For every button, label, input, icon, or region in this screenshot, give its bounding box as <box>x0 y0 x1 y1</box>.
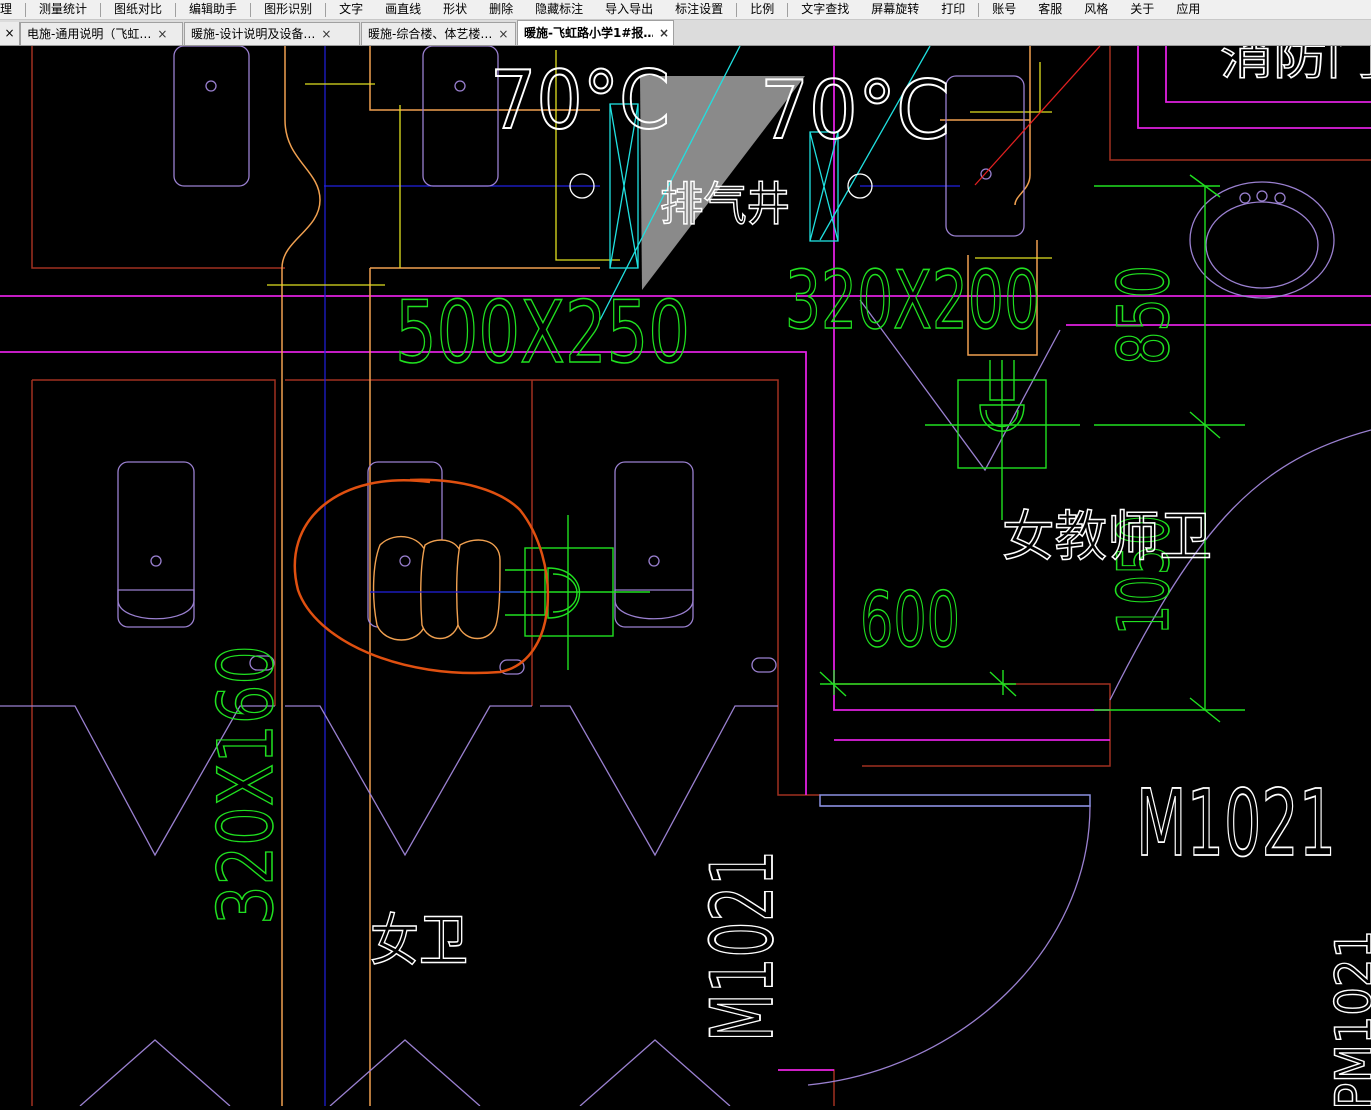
door-frame <box>819 794 1091 807</box>
shaft-label: 排气井 <box>660 177 790 231</box>
menu-item-10[interactable]: 导入导出 <box>594 0 664 20</box>
edge-door-label: PM1021 <box>1325 930 1371 1106</box>
menu-item-14[interactable]: 屏幕旋转 <box>860 0 930 20</box>
menu-separator <box>250 2 252 17</box>
door-label-right: M1021 <box>1136 770 1336 877</box>
menu-item-5[interactable]: 文字 <box>328 0 374 20</box>
menu-item-12[interactable]: 比例 <box>739 0 785 20</box>
dimension-850: 850 <box>1103 265 1185 365</box>
menu-item-13[interactable]: 文字查找 <box>790 0 860 20</box>
menu-separator <box>787 2 789 17</box>
menu-separator <box>736 2 738 17</box>
duct-size-right: 320X200 <box>785 254 1040 347</box>
menu-item-3[interactable]: 编辑助手 <box>178 0 248 20</box>
menu-item-4[interactable]: 图形识别 <box>253 0 323 20</box>
tab-label: 暖施-飞虹路小学1#报… <box>524 26 653 40</box>
menu-separator <box>100 2 102 17</box>
menu-bar: 理测量统计 图纸对比 编辑助手 图形识别 文字 画直线 形状 删除 隐藏标注 导入导出 标注设置 比例… <box>0 0 1371 20</box>
menu-item-15[interactable]: 打印 <box>930 0 976 20</box>
menu-item-18[interactable]: 风格 <box>1073 0 1119 20</box>
room-label-female: 女卫 <box>370 909 468 974</box>
cad-drawing-canvas[interactable]: 70°C 70°C 排气井 500X250 320X200 850 1050 6… <box>0 30 1371 1110</box>
document-tab-2[interactable]: 暖施-综合楼、体艺楼… × <box>361 22 516 45</box>
close-icon[interactable]: × <box>321 23 331 45</box>
close-icon[interactable]: × <box>659 22 669 44</box>
menu-item-16[interactable]: 账号 <box>981 0 1027 20</box>
menu-item-2[interactable]: 图纸对比 <box>103 0 173 20</box>
menu-separator <box>175 2 177 17</box>
top-right-label: 消防门 <box>1220 46 1371 85</box>
menu-item-0[interactable]: 理 <box>0 0 23 20</box>
close-icon[interactable]: × <box>0 22 20 45</box>
menu-item-8[interactable]: 删除 <box>478 0 524 20</box>
annotation-markup <box>293 478 550 675</box>
tab-label: 电施-通用说明（飞虹… <box>27 27 152 41</box>
room-label-female-teacher: 女教师卫 <box>1002 505 1212 568</box>
duct-size-vertical: 320X160 <box>201 645 290 925</box>
door-label-vertical: M1021 <box>693 850 793 1042</box>
menu-item-17[interactable]: 客服 <box>1027 0 1073 20</box>
menu-item-9[interactable]: 隐藏标注 <box>524 0 594 20</box>
tab-label: 暖施-设计说明及设备… <box>191 27 316 41</box>
menu-item-6[interactable]: 画直线 <box>374 0 432 20</box>
document-tab-3[interactable]: 暖施-飞虹路小学1#报… × <box>517 20 674 45</box>
document-tab-1[interactable]: 暖施-设计说明及设备… × <box>184 22 360 45</box>
menu-item-19[interactable]: 关于 <box>1119 0 1165 20</box>
menu-item-20[interactable]: 应用 <box>1165 0 1211 20</box>
menu-item-1[interactable]: 测量统计 <box>28 0 98 20</box>
close-icon[interactable]: × <box>157 23 167 45</box>
menu-separator <box>25 2 27 17</box>
close-icon[interactable]: × <box>498 23 508 45</box>
menu-separator <box>978 2 980 17</box>
document-tab-bar: × 电施-通用说明（飞虹… × 暖施-设计说明及设备… × 暖施-综合楼、体艺楼… × 暖施… <box>0 20 1371 46</box>
tab-label: 暖施-综合楼、体艺楼… <box>368 27 493 41</box>
menu-item-7[interactable]: 形状 <box>432 0 478 20</box>
temperature-label-right: 70°C <box>760 64 950 157</box>
cad-drawing: 70°C 70°C 排气井 500X250 320X200 850 1050 6… <box>0 30 1371 1110</box>
document-tab-0[interactable]: 电施-通用说明（飞虹… × <box>20 22 183 45</box>
duct-size-main: 500X250 <box>395 283 690 383</box>
dimension-600: 600 <box>860 575 960 664</box>
temperature-label-left: 70°C <box>490 54 670 147</box>
menu-item-11[interactable]: 标注设置 <box>664 0 734 20</box>
menu-separator <box>325 2 327 17</box>
